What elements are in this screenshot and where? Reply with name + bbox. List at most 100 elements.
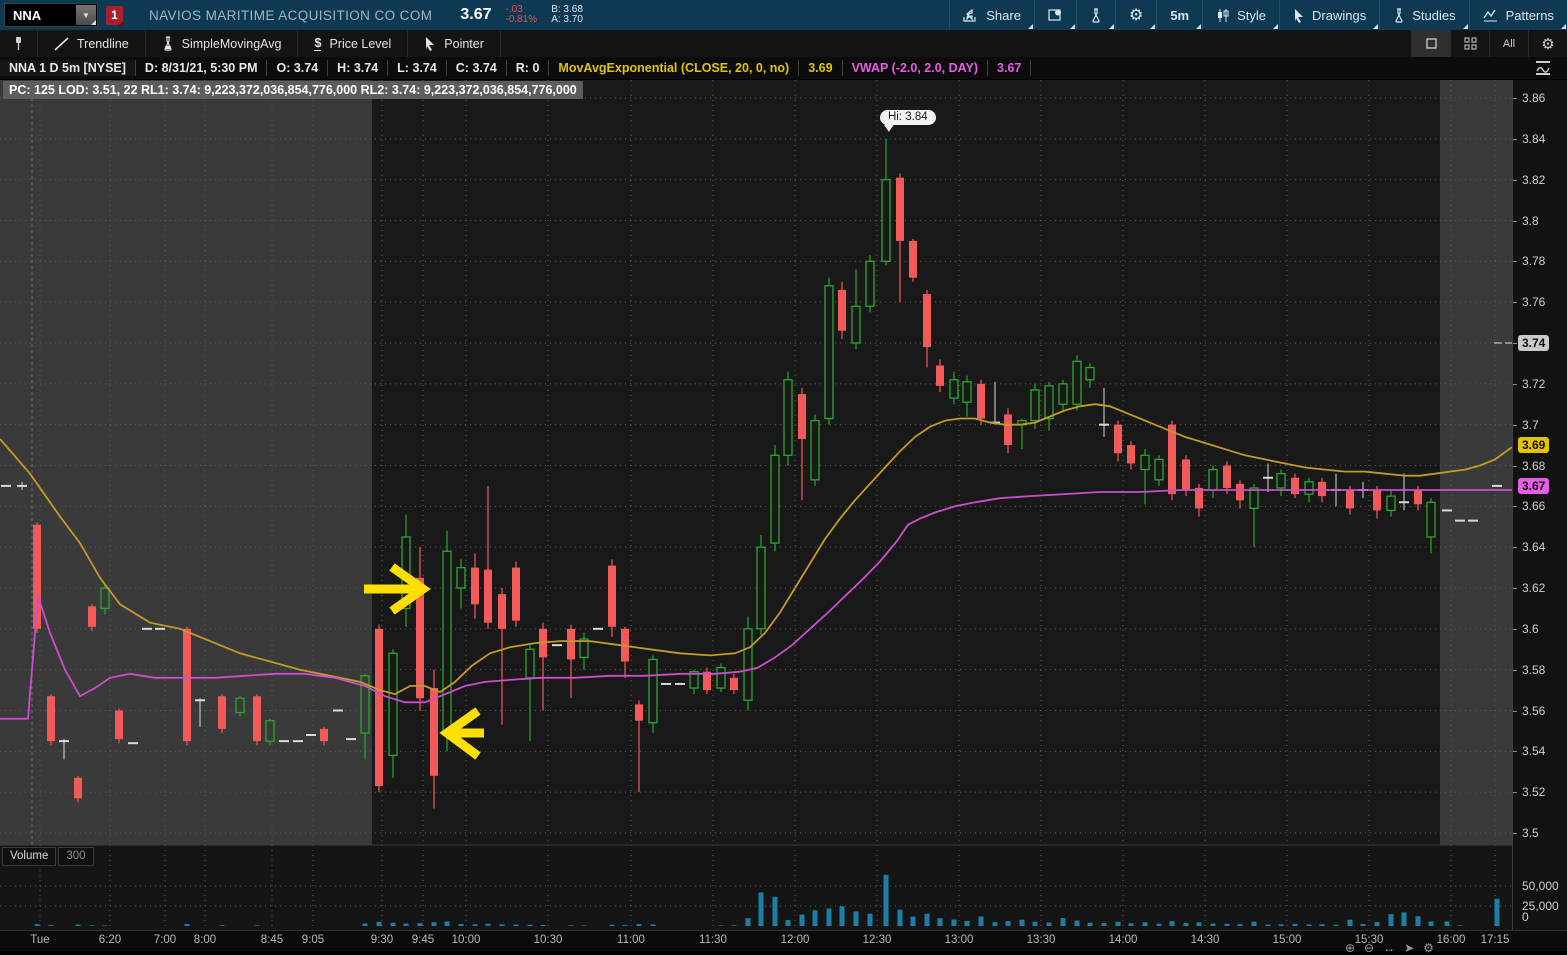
time-axis-label: 12:00	[780, 934, 810, 946]
chart-title: NNA 1 D 5m [NYSE]	[0, 60, 136, 76]
pin-icon	[16, 37, 21, 50]
symbol-input[interactable]: NNA ▼	[4, 3, 98, 27]
price-axis-label: 3.64	[1522, 540, 1546, 555]
price-axis-label: 3.78	[1522, 254, 1546, 269]
price-axis-label	[1513, 506, 1517, 508]
price-axis-label: 3.62	[1522, 581, 1546, 595]
grid-icon	[1464, 37, 1476, 50]
chart-settings-button[interactable]: ⚙	[1528, 30, 1567, 57]
price-axis-label: 3.82	[1522, 172, 1546, 187]
dollar-underline-icon: $	[314, 35, 322, 51]
price-change: -.03 -0.81%	[505, 4, 538, 25]
symbol-dropdown-icon[interactable]: ▼	[76, 5, 96, 25]
grid-layout-button[interactable]	[1450, 30, 1489, 57]
maximize-chart-button[interactable]	[1411, 30, 1450, 57]
analysis-tools-button[interactable]	[1075, 0, 1115, 30]
price-axis-label: 3.86	[1522, 91, 1546, 105]
chart-header: NNA 1 D 5m [NYSE] D: 8/31/21, 5:30 PM O:…	[0, 57, 1567, 79]
time-axis-label: 10:00	[451, 934, 481, 946]
price-chart[interactable]	[0, 80, 1512, 930]
share-button[interactable]: Share	[949, 0, 1034, 30]
price-axis-label: 3.76	[1522, 295, 1546, 310]
study-vwap-label[interactable]: VWAP (-2.0, 2.0, DAY)	[843, 60, 989, 76]
settings-button[interactable]: ⚙	[1114, 0, 1156, 30]
volume-pane-value[interactable]: 300	[58, 847, 94, 866]
pointer-cursor-icon	[426, 37, 435, 51]
tool-price-level[interactable]: $ Price Level	[298, 30, 409, 57]
price-axis-label: 3.84	[1522, 131, 1546, 146]
gear-icon: ⚙	[1541, 35, 1555, 53]
study-ema-label[interactable]: MovAvgExponential (CLOSE, 20, 0, no)	[549, 60, 800, 76]
bid-ask: B: 3.68 A: 3.70	[551, 4, 583, 25]
price-axis[interactable]: 3.86 3.84 3.82 3.8 3.78 3.76 3.74 3.72 3.7 3.68 3.…	[1512, 80, 1567, 930]
price-axis-label	[1513, 383, 1517, 385]
price-axis-label	[1513, 833, 1517, 834]
price-axis-label: 3.6	[1522, 621, 1539, 636]
volume-pane-label[interactable]: Volume	[2, 847, 57, 866]
flask-icon	[1092, 7, 1100, 23]
price-axis-label	[1513, 343, 1517, 344]
ohlc-close: C: 3.74	[447, 60, 507, 76]
gear-icon: ⚙	[1128, 7, 1144, 24]
price-axis-label	[1513, 792, 1517, 794]
time-axis-label: 9:05	[301, 934, 325, 946]
price-axis-badge: 3.69	[1518, 437, 1550, 454]
drawing-tools-toolbar: Trendline SimpleMovingAvg $ Price Level …	[0, 30, 1567, 58]
timeframe-button[interactable]: 5m	[1156, 0, 1202, 30]
time-axis-label: 13:30	[1026, 934, 1056, 946]
trendline-icon	[54, 36, 69, 51]
price-axis-label	[1513, 220, 1517, 222]
company-name: NAVIOS MARITIME ACQUISITION CO COM	[149, 7, 433, 23]
price-axis-label: 3.52	[1522, 785, 1546, 800]
tool-simple-moving-avg[interactable]: SimpleMovingAvg	[146, 30, 299, 57]
drawings-button[interactable]: Drawings	[1279, 0, 1379, 30]
style-button[interactable]: Style	[1202, 0, 1279, 30]
price-axis-label: 50,000	[1522, 879, 1559, 893]
report-button[interactable]	[1033, 0, 1076, 30]
pin-toolbar-button[interactable]	[0, 30, 38, 57]
price-axis-label	[1513, 179, 1517, 181]
price-axis-label: 3.66	[1522, 499, 1546, 514]
price-axis-label	[1513, 302, 1517, 304]
price-axis-label	[1513, 547, 1517, 549]
candlestick-icon	[1218, 8, 1229, 22]
high-annotation-bubble: Hi: 3.84	[880, 110, 936, 125]
price-axis-label	[1513, 465, 1517, 467]
price-axis-label	[1513, 261, 1517, 263]
price-axis-label	[1513, 98, 1517, 99]
time-axis[interactable]: Tue 6:20 7:00 8:00 8:45 9:05 9:30 9:45 10:00 10:3…	[0, 930, 1567, 951]
all-charts-button[interactable]: All	[1489, 30, 1528, 57]
time-axis-label: 14:00	[1108, 934, 1138, 946]
time-axis-label: 9:30	[370, 934, 394, 946]
tool-trendline[interactable]: Trendline	[38, 30, 146, 57]
price-axis-label	[1513, 751, 1517, 753]
time-axis-label: 13:00	[944, 934, 974, 946]
price-axis-label: 3.54	[1522, 744, 1546, 759]
price-axis-badge: 3.67	[1518, 477, 1550, 494]
time-axis-label: 11:00	[617, 934, 645, 946]
chart-zoom-controls[interactable]: ⊕⊖↔➤⚙	[1345, 941, 1443, 955]
price-axis-label	[1513, 628, 1517, 630]
ohlc-open: O: 3.74	[267, 60, 329, 76]
volume-pane-header: Volume 300	[2, 847, 94, 866]
status-line: PC: 125 LOD: 3.51, 22 RL1: 3.74: 9,223,3…	[3, 81, 583, 99]
price-axis-label: 3.8	[1522, 213, 1539, 228]
time-axis-label: 11:30	[699, 934, 727, 946]
time-axis-label: 8:00	[193, 934, 217, 946]
last-price: 3.67	[460, 6, 492, 23]
time-axis-label: 14:30	[1190, 934, 1220, 946]
share-icon	[963, 8, 976, 22]
calendar-clock-icon	[1048, 9, 1061, 21]
price-axis-label	[1513, 669, 1517, 671]
time-axis-label: 8:45	[260, 934, 284, 946]
quick-chart-icon[interactable]	[1533, 60, 1553, 81]
study-vwap-value: 3.67	[988, 60, 1032, 76]
study-ema-value: 3.69	[799, 60, 843, 76]
time-axis-label: 12:30	[862, 934, 892, 946]
patterns-button[interactable]: Patterns	[1468, 0, 1567, 30]
tool-pointer[interactable]: Pointer	[408, 30, 501, 57]
studies-button[interactable]: Studies	[1379, 0, 1468, 30]
price-axis-label: 3.7	[1522, 417, 1539, 432]
symbol-text: NNA	[13, 7, 42, 23]
alert-badge[interactable]: 1	[106, 5, 123, 26]
